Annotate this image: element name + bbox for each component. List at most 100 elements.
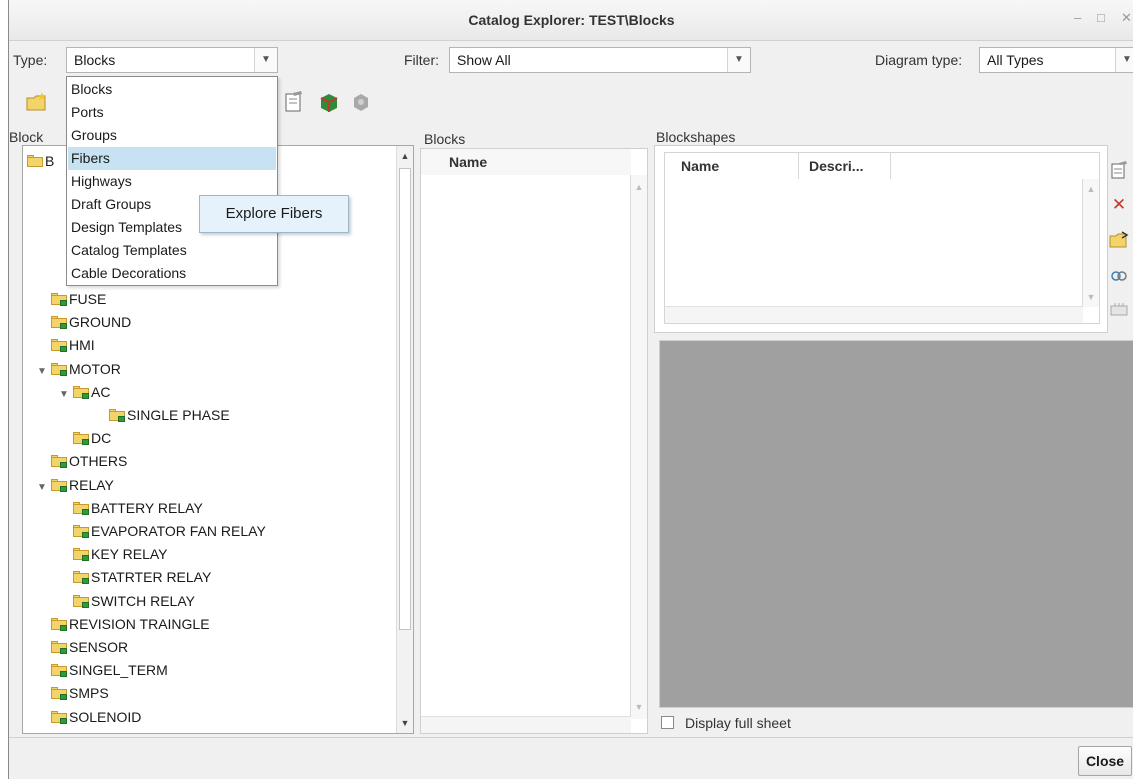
close-window-icon[interactable]: ✕	[1121, 10, 1132, 26]
tree-item-label: HMI	[69, 337, 95, 354]
diagram-type-label: Diagram type:	[875, 52, 963, 68]
type-option-ports[interactable]: Ports	[68, 101, 276, 124]
chevron-down-icon[interactable]: ▼	[254, 48, 277, 72]
type-dropdown-list[interactable]: Blocks Ports Groups Fibers Highways Draft Gro…	[66, 76, 278, 286]
tree-item[interactable]: REVISION TRAINGLE	[51, 613, 210, 635]
delete-icon[interactable]: ✕	[1109, 195, 1129, 215]
folder-icon	[73, 501, 89, 515]
blockshapes-list[interactable]: Name Descri... ▲ ▼	[654, 145, 1108, 333]
tree-item[interactable]: SENSOR	[51, 636, 128, 658]
tree-item[interactable]: SINGLE PHASE	[109, 404, 230, 426]
new-folder-icon[interactable]	[25, 90, 49, 114]
type-select[interactable]: Blocks ▼	[66, 47, 278, 73]
chevron-down-icon[interactable]: ▼	[1115, 48, 1133, 72]
tree-item-label: SWITCH RELAY	[91, 592, 195, 609]
tree-item[interactable]: KEY RELAY	[73, 543, 168, 565]
tree-item[interactable]: FUSE	[51, 288, 106, 310]
blockshapes-table[interactable]: Name Descri... ▲ ▼	[664, 152, 1100, 324]
blockshapes-panel-title: Blockshapes	[656, 129, 736, 145]
blockshapes-name-column[interactable]: Name	[665, 153, 799, 179]
filter-label: Filter:	[404, 52, 439, 68]
blockshapes-horizontal-scrollbar[interactable]	[665, 306, 1083, 323]
tree-item[interactable]: ▼ AC	[59, 381, 110, 403]
tree-item[interactable]: ▼ RELAY	[37, 474, 114, 496]
type-option-catalog-templates[interactable]: Catalog Templates	[68, 239, 276, 262]
tree-item[interactable]: SINGEL_TERM	[51, 659, 168, 681]
tree-item[interactable]: HMI	[51, 334, 95, 356]
left-panel-title: Block	[9, 129, 44, 145]
diagram-type-select-value: All Types	[987, 52, 1044, 68]
tree-item[interactable]: SMPS	[51, 682, 109, 704]
link-icon[interactable]	[1109, 266, 1129, 286]
tree-item-label: KEY RELAY	[91, 546, 168, 563]
tree-item[interactable]: EVAPORATOR FAN RELAY	[73, 520, 266, 542]
display-full-sheet-label: Display full sheet	[685, 715, 791, 731]
type-option-fibers[interactable]: Fibers	[68, 147, 276, 170]
tree-item[interactable]: STATRTER RELAY	[73, 566, 211, 588]
scroll-up-icon[interactable]: ▲	[397, 148, 413, 164]
tree-item-label: DC	[91, 430, 112, 447]
maximize-icon[interactable]: □	[1097, 10, 1105, 25]
scroll-up-icon[interactable]: ▲	[1083, 181, 1099, 197]
tree-item[interactable]: OTHERS	[51, 450, 127, 472]
tree-item-label: OTHERS	[69, 453, 128, 470]
tree-item-label: SOLENOID	[69, 708, 142, 725]
tree-item[interactable]: BATTERY RELAY	[73, 497, 203, 519]
package-icon[interactable]	[317, 90, 341, 114]
folder-icon	[51, 664, 67, 678]
edit-properties-icon[interactable]	[1109, 160, 1129, 180]
filter-select-value: Show All	[457, 52, 511, 68]
folder-icon	[51, 478, 67, 492]
tree-root[interactable]: B	[27, 150, 54, 172]
type-option-cable-decorations[interactable]: Cable Decorations	[68, 262, 276, 285]
open-folder-icon	[27, 155, 43, 167]
type-option-blocks[interactable]: Blocks	[68, 78, 276, 101]
diagram-type-select[interactable]: All Types ▼	[979, 47, 1133, 73]
blocks-name-column[interactable]: Name	[421, 149, 631, 175]
folder-icon	[51, 362, 67, 376]
type-option-highways[interactable]: Highways	[68, 170, 276, 193]
display-full-sheet-checkbox[interactable]	[661, 716, 674, 729]
tree-item[interactable]: GROUND	[51, 311, 131, 333]
expand-arrow-icon[interactable]: ▼	[59, 384, 73, 406]
component-icon[interactable]	[349, 90, 373, 114]
blocks-horizontal-scrollbar[interactable]	[421, 716, 631, 733]
properties-icon[interactable]	[281, 90, 305, 114]
blockshapes-vertical-scrollbar[interactable]: ▲ ▼	[1082, 179, 1099, 307]
footer-divider	[9, 737, 1133, 738]
tree-item[interactable]: ▼ MOTOR	[37, 358, 121, 380]
open-folder-icon[interactable]	[1109, 230, 1129, 250]
type-label: Type:	[13, 52, 48, 68]
tree-item[interactable]: SWITCH RELAY	[73, 590, 195, 612]
scroll-down-icon[interactable]: ▼	[1083, 289, 1099, 305]
folder-icon	[73, 432, 89, 446]
folder-icon	[51, 687, 67, 701]
blockshapes-description-column[interactable]: Descri...	[799, 153, 891, 179]
tree-item-label: BATTERY RELAY	[91, 499, 203, 516]
expand-arrow-icon[interactable]: ▼	[37, 361, 51, 383]
tree-vertical-scrollbar[interactable]: ▲ ▼	[396, 146, 413, 733]
scroll-down-icon[interactable]: ▼	[397, 715, 413, 731]
expand-arrow-icon[interactable]: ▼	[37, 477, 51, 499]
folder-icon	[109, 409, 125, 422]
tree-item-label: SMPS	[69, 685, 109, 702]
type-option-groups[interactable]: Groups	[68, 124, 276, 147]
tree-item-label: GROUND	[69, 314, 132, 331]
minimize-icon[interactable]: –	[1074, 10, 1081, 25]
tree-item[interactable]: DC	[73, 427, 111, 449]
scroll-down-icon[interactable]: ▼	[631, 699, 647, 715]
folder-icon	[73, 571, 89, 585]
scroll-thumb[interactable]	[399, 168, 411, 630]
scroll-up-icon[interactable]: ▲	[631, 179, 647, 195]
tree-item[interactable]: SOLENOID	[51, 706, 141, 728]
close-button[interactable]: Close	[1078, 746, 1132, 776]
connector-icon[interactable]	[1109, 300, 1129, 320]
chevron-down-icon[interactable]: ▼	[727, 48, 750, 72]
tree-item-label: EVAPORATOR FAN RELAY	[91, 523, 266, 539]
blocks-vertical-scrollbar[interactable]: ▲ ▼	[630, 175, 647, 719]
tree-item-label: MOTOR	[69, 360, 121, 377]
tooltip: Explore Fibers	[199, 195, 349, 233]
title-bar: Catalog Explorer: TEST\Blocks – □ ✕	[9, 0, 1133, 41]
filter-select[interactable]: Show All ▼	[449, 47, 751, 73]
blocks-list[interactable]: Name ▲ ▼	[420, 148, 648, 734]
